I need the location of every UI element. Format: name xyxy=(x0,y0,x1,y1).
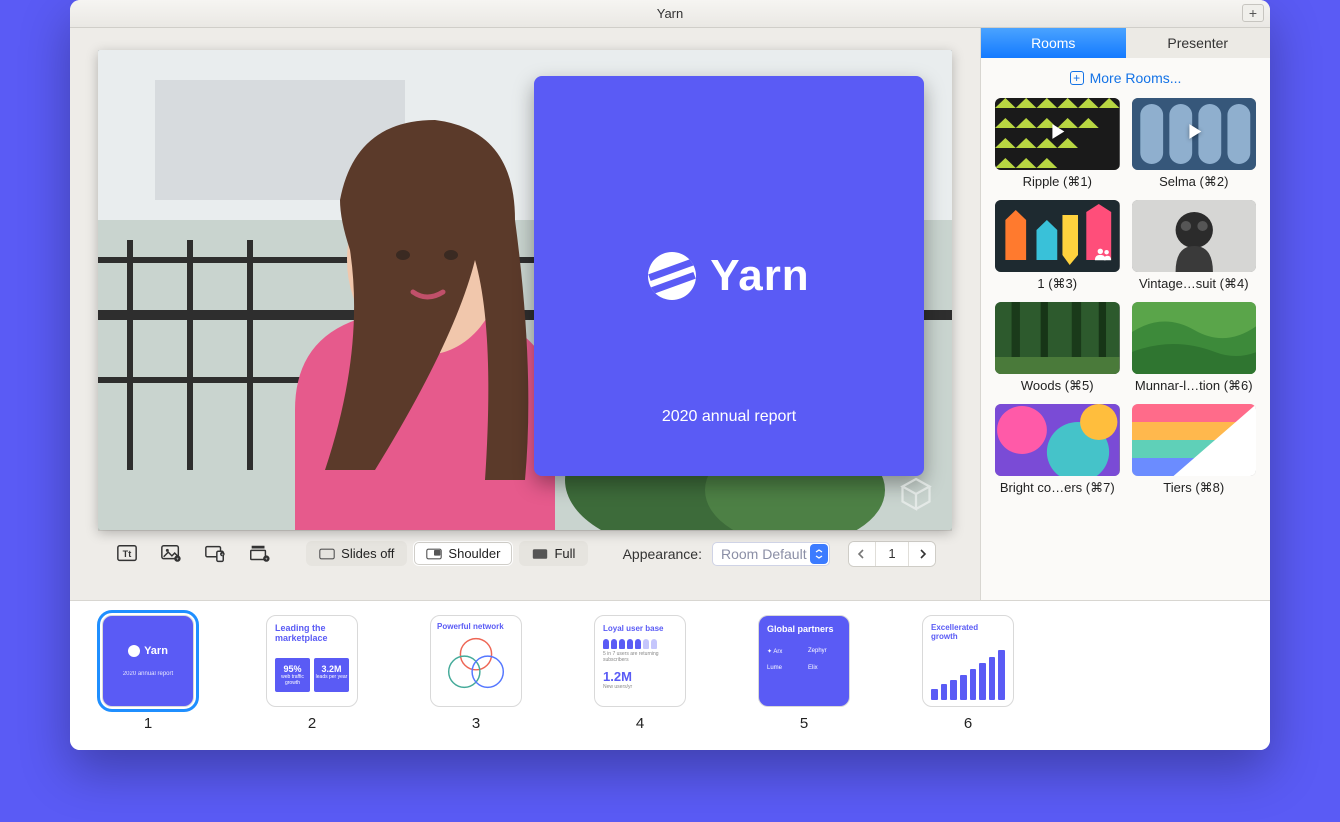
svg-text:+: + xyxy=(176,556,179,561)
page-stepper: 1 xyxy=(848,541,936,567)
people-icon xyxy=(1094,247,1112,266)
slide-subtitle: 2020 annual report xyxy=(662,408,796,426)
device-tool-icon[interactable]: + xyxy=(202,543,228,565)
sidebar-tabs: Rooms Presenter xyxy=(981,28,1270,58)
page-number: 1 xyxy=(875,542,909,566)
room-selma[interactable]: Selma (⌘2) xyxy=(1132,98,1257,190)
room-cube-icon xyxy=(898,476,934,512)
room-ripple[interactable]: Ripple (⌘1) xyxy=(995,98,1120,190)
svg-text:Tt: Tt xyxy=(123,548,132,558)
appearance-label: Appearance: xyxy=(623,546,702,562)
brand-name: Yarn xyxy=(710,251,809,301)
text-tool-icon[interactable]: Tt xyxy=(114,543,140,565)
slide-thumb-4[interactable]: Loyal user base5 in 7 users are returnin… xyxy=(594,615,686,732)
full-mode-button[interactable]: Full xyxy=(519,541,588,566)
room-bright-colors[interactable]: Bright co…ers (⌘7) xyxy=(995,404,1120,496)
room-vintage-suit[interactable]: Vintage…suit (⌘4) xyxy=(1132,200,1257,292)
people-icon xyxy=(1230,451,1248,470)
play-icon xyxy=(1046,121,1068,148)
slide-thumb-2[interactable]: Leading the marketplace95%web traffic gr… xyxy=(266,615,358,732)
slide-thumb-1[interactable]: Yarn2020 annual report 1 xyxy=(102,615,194,732)
appearance-control: Appearance: Room Default 1 xyxy=(623,541,936,567)
window-title: Yarn xyxy=(657,6,684,21)
plus-icon: + xyxy=(1070,71,1084,85)
layers-tool-icon[interactable]: + xyxy=(246,543,272,565)
app-window: Yarn + xyxy=(70,0,1270,750)
rooms-grid: Ripple (⌘1) Selma (⌘2) 1 (⌘3) Vintage…su… xyxy=(981,94,1270,506)
new-tab-button[interactable]: + xyxy=(1242,4,1264,22)
preview-stage: Yarn 2020 annual report xyxy=(98,50,952,530)
tab-rooms[interactable]: Rooms xyxy=(981,28,1126,58)
more-rooms-button[interactable]: + More Rooms... xyxy=(981,58,1270,94)
page-prev-button[interactable] xyxy=(849,542,875,566)
room-1[interactable]: 1 (⌘3) xyxy=(995,200,1120,292)
sidebar: Rooms Presenter + More Rooms... Ripple (… xyxy=(980,28,1270,600)
svg-text:+: + xyxy=(221,551,224,556)
image-tool-icon[interactable]: + xyxy=(158,543,184,565)
slide-thumb-3[interactable]: Powerful network 3 xyxy=(430,615,522,732)
play-icon xyxy=(1183,121,1205,148)
stage-column: Yarn 2020 annual report Tt + + + Slides … xyxy=(70,28,980,600)
yarn-logo-icon xyxy=(648,252,696,300)
slide-thumb-6[interactable]: Excellerated growth 6 xyxy=(922,615,1014,732)
slide-overlay-card: Yarn 2020 annual report xyxy=(534,76,924,476)
main-area: Yarn 2020 annual report Tt + + + Slides … xyxy=(70,28,1270,600)
titlebar: Yarn + xyxy=(70,0,1270,28)
slide-thumb-5[interactable]: Global partners✦ ArxZephyrLumeElix 5 xyxy=(758,615,850,732)
page-next-button[interactable] xyxy=(909,542,935,566)
room-woods[interactable]: Woods (⌘5) xyxy=(995,302,1120,394)
select-chevron-icon xyxy=(810,544,828,564)
slides-off-button[interactable]: Slides off xyxy=(306,541,407,566)
slides-strip: Yarn2020 annual report 1 Leading the mar… xyxy=(70,600,1270,750)
slide-mode-segment: Slides off Shoulder Full xyxy=(306,541,588,566)
shoulder-mode-button[interactable]: Shoulder xyxy=(413,541,513,566)
tab-presenter[interactable]: Presenter xyxy=(1126,28,1271,58)
room-tiers[interactable]: Tiers (⌘8) xyxy=(1132,404,1257,496)
stage-toolbar: Tt + + + Slides off Shoulder Full Appear… xyxy=(98,530,952,576)
room-munnar[interactable]: Munnar-l…tion (⌘6) xyxy=(1132,302,1257,394)
svg-text:+: + xyxy=(265,556,268,561)
brand-row: Yarn xyxy=(648,251,809,301)
